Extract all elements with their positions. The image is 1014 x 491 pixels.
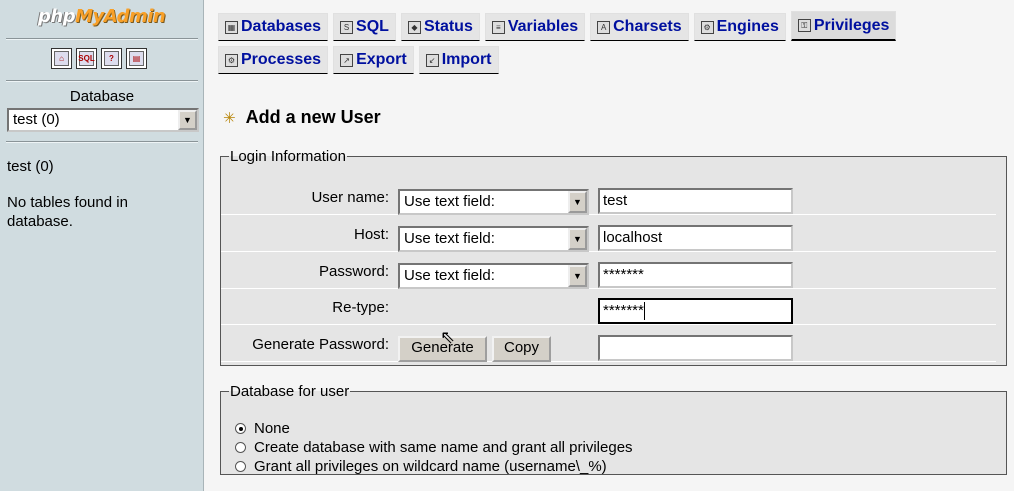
retype-password-value: ******* — [603, 302, 644, 319]
sql-icon: S — [340, 20, 354, 34]
username-row: User name: Use text field: ▼ test — [221, 179, 996, 215]
radio-option-none[interactable]: None — [235, 420, 290, 437]
generate-password-row: Generate Password: Generate Copy — [221, 326, 996, 362]
chevron-down-icon[interactable]: ▼ — [178, 110, 197, 130]
divider — [6, 80, 198, 82]
tab-variables[interactable]: ≡ Variables — [484, 13, 586, 41]
tab-row-1: ▦ Databases S SQL ◆ Status ≡ Variables A Char… — [218, 11, 897, 41]
tab-processes[interactable]: ⚙ Processes — [218, 46, 329, 74]
username-input[interactable]: test — [598, 188, 793, 214]
login-information-fieldset: Login Information User name: Use text fi… — [220, 148, 1007, 366]
privileges-icon: ⚿ — [797, 19, 811, 32]
current-database[interactable]: test (0) — [7, 158, 54, 175]
tab-export[interactable]: ↗ Export — [333, 46, 414, 74]
variables-icon: ≡ — [491, 20, 505, 34]
sql-query-icon[interactable]: SQL — [76, 48, 97, 69]
home-icon[interactable]: ⌂ — [51, 48, 72, 69]
host-label: Host: — [353, 226, 389, 243]
charsets-icon: A — [597, 20, 611, 34]
export-icon: ↗ — [340, 53, 354, 67]
tab-sql[interactable]: S SQL — [333, 13, 396, 41]
tab-databases[interactable]: ▦ Databases — [218, 13, 329, 41]
text-caret — [643, 302, 645, 321]
radio-label: Grant all privileges on wildcard name (u… — [254, 458, 607, 475]
retype-row: Re-type: ******* — [221, 289, 996, 325]
tab-engines[interactable]: ⚙ Engines — [693, 13, 786, 41]
page-title: ✳ Add a new User — [223, 107, 381, 128]
no-tables-message: No tables found in database. — [7, 194, 128, 230]
username-mode-select[interactable]: Use text field: ▼ — [398, 189, 589, 215]
engines-icon: ⚙ — [700, 20, 714, 34]
radio-button[interactable] — [235, 442, 246, 453]
databases-icon: ▦ — [225, 20, 238, 34]
nav-icon-row: ⌂ SQL ? ▤ — [51, 48, 147, 69]
database-select[interactable]: test (0) ▼ — [7, 108, 199, 132]
radio-label: None — [254, 420, 290, 437]
main-frame: ▦ Databases S SQL ◆ Status ≡ Variables A Char… — [205, 0, 1014, 491]
generate-password-label: Generate Password: — [252, 336, 389, 353]
login-information-legend: Login Information — [230, 148, 346, 165]
chevron-down-icon[interactable]: ▼ — [568, 228, 587, 250]
tab-charsets[interactable]: A Charsets — [590, 13, 689, 41]
radio-option-create-database[interactable]: Create database with same name and grant… — [235, 439, 633, 456]
tab-privileges[interactable]: ⚿ Privileges — [790, 11, 897, 41]
page-title-text: Add a new User — [245, 107, 381, 127]
processes-icon: ⚙ — [225, 53, 238, 67]
phpmyadmin-logo[interactable]: phpMyAdmin — [38, 6, 166, 27]
retype-label: Re-type: — [332, 299, 389, 316]
database-for-user-legend: Database for user — [230, 383, 350, 400]
mouse-pointer-icon: ⇖ — [440, 327, 456, 347]
tab-import[interactable]: ↙ Import — [418, 46, 499, 74]
generated-password-input[interactable] — [598, 335, 793, 361]
host-mode-value: Use text field: — [404, 230, 495, 247]
radio-label: Create database with same name and grant… — [254, 439, 633, 456]
chevron-down-icon[interactable]: ▼ — [568, 191, 587, 213]
host-input[interactable]: localhost — [598, 225, 793, 251]
import-icon: ↙ — [425, 53, 439, 67]
docs2-icon[interactable]: ▤ — [126, 48, 147, 69]
tab-row-2: ⚙ Processes ↗ Export ↙ Import — [218, 46, 499, 74]
host-mode-select[interactable]: Use text field: ▼ — [398, 226, 589, 252]
magic-wand-icon: ✳ — [223, 109, 236, 127]
host-row: Host: Use text field: ▼ localhost — [221, 216, 996, 252]
password-row: Password: Use text field: ▼ ******* — [221, 253, 996, 289]
copy-button[interactable]: Copy — [492, 336, 551, 362]
retype-password-input[interactable]: ******* — [598, 298, 793, 324]
navigation-frame: phpMyAdmin ⌂ SQL ? ▤ Database test (0) ▼… — [0, 0, 204, 491]
radio-button-checked[interactable] — [235, 423, 246, 434]
database-label: Database — [69, 88, 135, 105]
chevron-down-icon[interactable]: ▼ — [568, 265, 587, 287]
password-mode-value: Use text field: — [404, 267, 495, 284]
docs-icon[interactable]: ? — [101, 48, 122, 69]
password-input[interactable]: ******* — [598, 262, 793, 288]
radio-option-wildcard[interactable]: Grant all privileges on wildcard name (u… — [235, 458, 607, 475]
radio-button[interactable] — [235, 461, 246, 472]
divider — [6, 141, 198, 143]
divider — [6, 38, 198, 40]
password-label: Password: — [318, 263, 389, 280]
status-icon: ◆ — [407, 20, 421, 34]
password-mode-select[interactable]: Use text field: ▼ — [398, 263, 589, 289]
tab-status[interactable]: ◆ Status — [400, 13, 480, 41]
username-label: User name: — [311, 189, 389, 206]
database-select-value: test (0) — [13, 111, 60, 128]
database-for-user-fieldset: Database for user None Create database w… — [220, 383, 1007, 475]
username-mode-value: Use text field: — [404, 193, 495, 210]
